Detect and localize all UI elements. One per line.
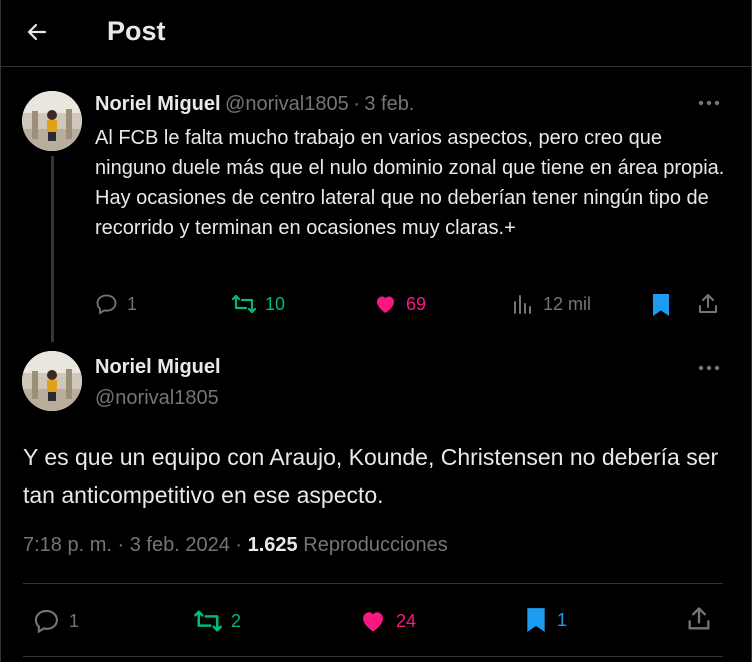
meta-separator: ·: [235, 534, 243, 556]
reply-icon: [96, 294, 117, 315]
reply-button[interactable]: 1: [95, 292, 137, 316]
bookmark-button[interactable]: [649, 292, 673, 318]
header-divider: [1, 66, 752, 67]
author-handle[interactable]: @norival1805: [225, 93, 349, 115]
quoted-text: Al FCB le falta mucho trabajo en varios …: [95, 127, 725, 239]
like-button[interactable]: 69: [373, 292, 426, 316]
avatar-image: [22, 91, 82, 151]
heart-icon: [377, 296, 394, 313]
bookmark-icon: [527, 608, 545, 632]
author-name[interactable]: Noriel Miguel: [95, 356, 221, 379]
repost-icon: [194, 610, 222, 632]
views-button[interactable]: 12 mil: [511, 292, 591, 316]
repost-count: 2: [231, 610, 242, 631]
bookmark-button[interactable]: 1: [523, 605, 567, 635]
avatar[interactable]: [22, 351, 82, 411]
views-icon: [514, 295, 531, 314]
thread-line: [51, 156, 54, 342]
heart-icon: [363, 612, 383, 632]
meta-separator: ·: [353, 93, 360, 115]
like-button[interactable]: 24: [358, 607, 416, 635]
like-count: 69: [406, 293, 427, 314]
author-name[interactable]: Noriel Miguel: [95, 93, 221, 115]
post-time[interactable]: 7:18 p. m.: [23, 534, 112, 556]
more-icon: [698, 365, 720, 371]
share-button[interactable]: [685, 605, 713, 633]
repost-button[interactable]: 2: [193, 607, 241, 635]
reply-button[interactable]: 1: [33, 607, 79, 635]
post-page: Post Noriel Miguel @norival1805 · 3 feb.…: [0, 0, 752, 662]
share-icon: [699, 294, 717, 313]
bookmark-count: 1: [557, 609, 568, 630]
more-button[interactable]: [694, 358, 724, 378]
views-count: 1.625: [247, 534, 298, 556]
repost-count: 10: [265, 293, 286, 314]
share-icon: [688, 607, 710, 630]
avatar-image: [22, 351, 82, 411]
quoted-meta: Noriel Miguel @norival1805 · 3 feb.: [95, 93, 414, 116]
back-button[interactable]: [19, 14, 55, 50]
meta-separator: ·: [117, 534, 125, 556]
views-count: 12 mil: [543, 293, 592, 314]
repost-button[interactable]: 10: [231, 292, 285, 316]
post-text: Y es que un equipo con Araujo, Kounde, C…: [23, 444, 719, 508]
back-arrow-icon: [27, 23, 47, 41]
post-date[interactable]: 3 feb. 2024: [130, 534, 230, 556]
bookmark-icon: [653, 294, 669, 316]
repost-icon: [231, 294, 257, 314]
header: Post: [1, 0, 752, 66]
post-date[interactable]: 3 feb.: [364, 93, 414, 115]
author-handle[interactable]: @norival1805: [95, 387, 219, 410]
like-count: 24: [396, 610, 417, 631]
divider: [23, 583, 723, 584]
reply-icon: [34, 610, 58, 634]
share-button[interactable]: [696, 292, 720, 316]
reply-count: 1: [69, 610, 80, 631]
divider: [23, 656, 723, 657]
views-label: Reproducciones: [303, 534, 448, 556]
more-button[interactable]: [694, 93, 724, 113]
reply-count: 1: [127, 293, 138, 314]
page-title: Post: [107, 16, 166, 46]
more-icon: [698, 100, 720, 106]
post-meta: 7:18 p. m. · 3 feb. 2024 · 1.625 Reprodu…: [23, 534, 448, 557]
avatar[interactable]: [22, 91, 82, 151]
